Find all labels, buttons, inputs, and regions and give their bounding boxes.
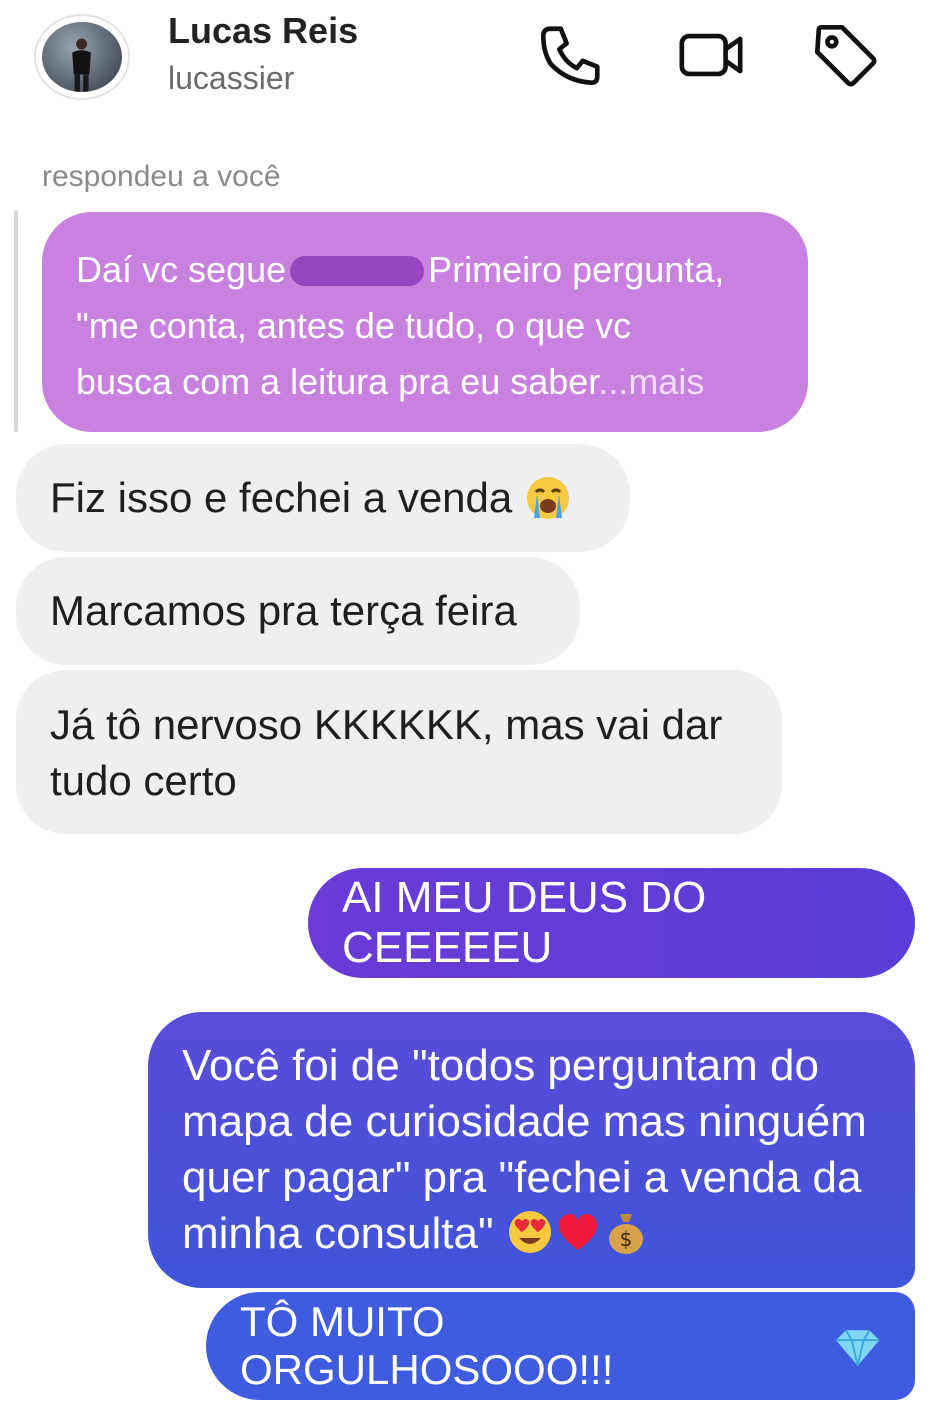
outgoing-message[interactable]: TÔ MUITO ORGULHOSOOO!!! bbox=[206, 1292, 915, 1400]
message-text: AI MEU DEUS DO CEEEEEU bbox=[342, 873, 707, 972]
red-heart-icon bbox=[554, 1208, 602, 1256]
contact-name[interactable]: Lucas Reis bbox=[168, 10, 358, 52]
outgoing-message[interactable]: AI MEU DEUS DO CEEEEEU bbox=[308, 868, 915, 978]
svg-text:$: $ bbox=[619, 1227, 632, 1251]
replied-to-you-label: respondeu a você bbox=[42, 160, 281, 193]
message-text: Fiz isso e fechei a venda bbox=[50, 474, 513, 521]
phone-icon[interactable] bbox=[536, 20, 606, 90]
reply-text-line3: busca com a leitura pra eu saber bbox=[76, 361, 599, 402]
reply-text-line1-end: Primeiro pergunta, bbox=[428, 249, 725, 290]
loudly-crying-face-icon bbox=[524, 474, 572, 522]
reply-text-line1-start: Daí vc segue bbox=[76, 249, 287, 290]
gem-stone-icon bbox=[834, 1322, 881, 1370]
show-more-link[interactable]: ...mais bbox=[598, 361, 704, 402]
video-call-icon[interactable] bbox=[676, 20, 746, 90]
message-text: TÔ MUITO ORGULHOSOOO!!! bbox=[240, 1298, 614, 1393]
message-text: Já tô nervoso KKKKKK, mas vai dar tudo c… bbox=[50, 701, 723, 804]
incoming-message[interactable]: Marcamos pra terça feira bbox=[16, 557, 580, 665]
heart-eyes-icon bbox=[506, 1208, 554, 1256]
avatar-photo bbox=[42, 22, 122, 92]
money-bag-icon: $ bbox=[602, 1208, 650, 1256]
outgoing-message[interactable]: Você foi de "todos perguntam do mapa de … bbox=[148, 1012, 915, 1288]
person-silhouette-icon bbox=[72, 38, 92, 92]
message-text: Marcamos pra terça feira bbox=[50, 587, 517, 634]
replied-message-bubble[interactable]: Daí vc segue Primeiro pergunta, "me conta… bbox=[42, 212, 808, 432]
contact-avatar[interactable] bbox=[34, 14, 130, 100]
tag-icon[interactable] bbox=[810, 20, 880, 90]
contact-handle: lucassier bbox=[168, 60, 295, 96]
reply-text-line2: "me conta, antes de tudo, o que vc bbox=[76, 305, 632, 346]
incoming-message[interactable]: Já tô nervoso KKKKKK, mas vai dar tudo c… bbox=[16, 670, 782, 834]
reply-indicator-bar bbox=[14, 210, 18, 432]
redacted-name bbox=[290, 256, 425, 286]
incoming-message[interactable]: Fiz isso e fechei a venda bbox=[16, 444, 630, 552]
